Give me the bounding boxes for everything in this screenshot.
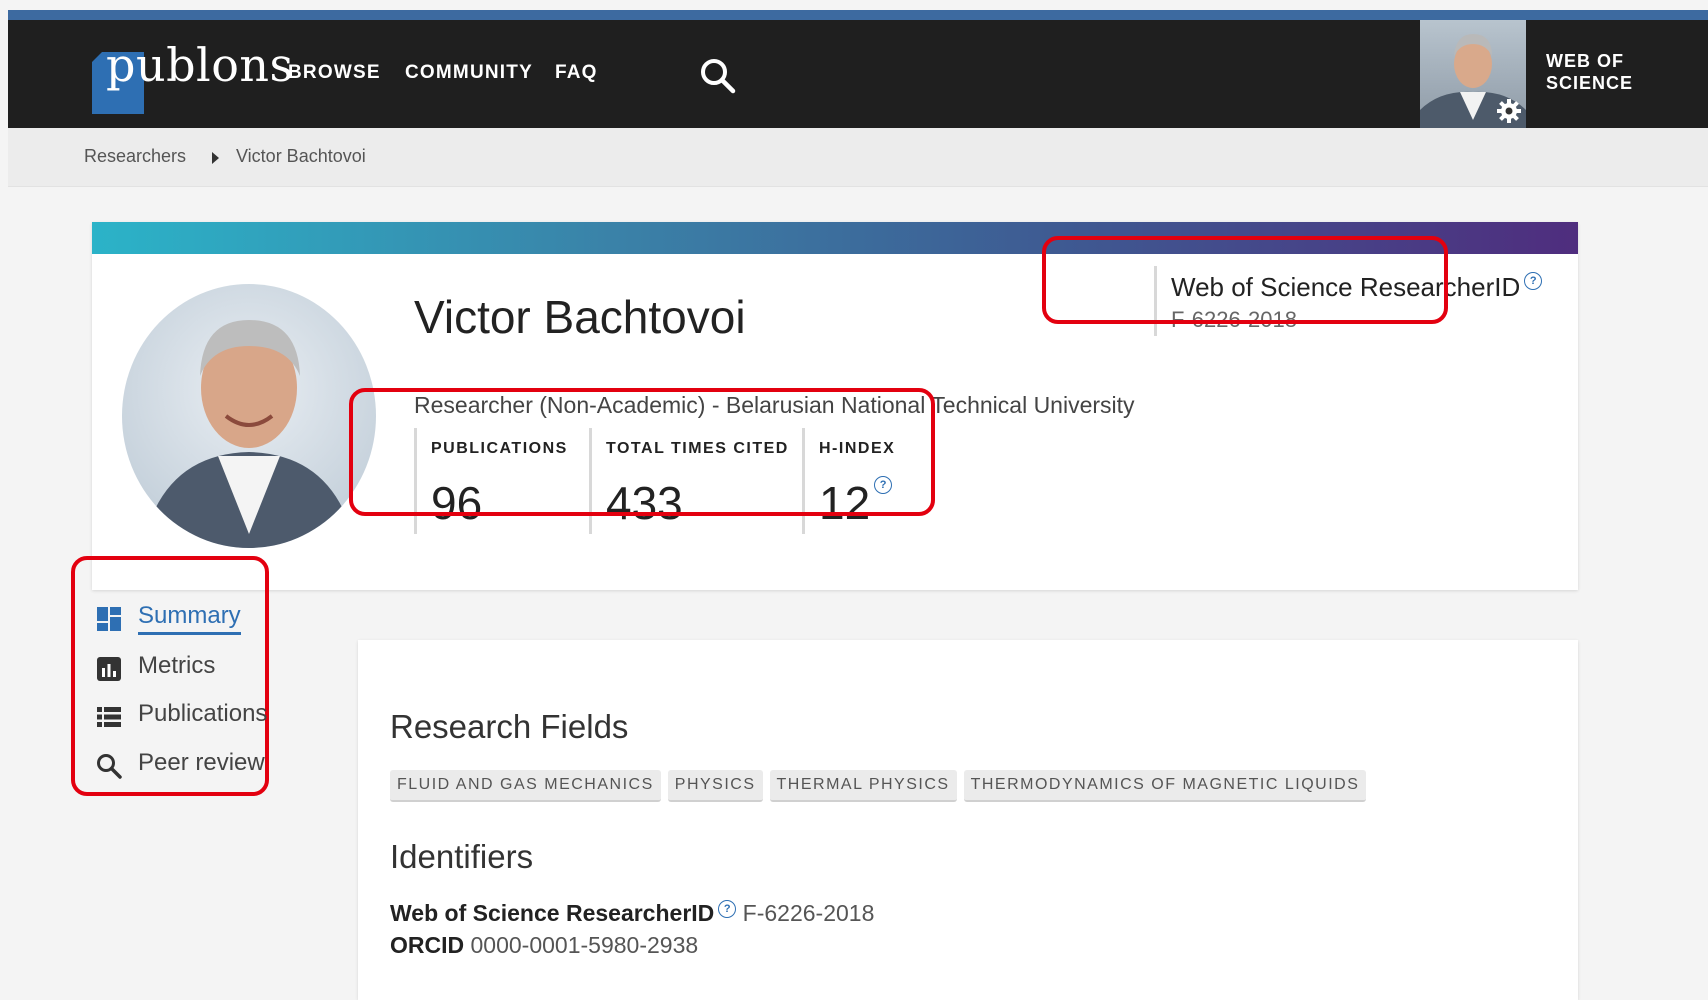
stat-publications[interactable]: PUBLICATIONS 96 <box>414 428 568 534</box>
stat-label: H-INDEX <box>819 440 896 457</box>
logo-notch <box>92 52 102 62</box>
nav-community[interactable]: COMMUNITY <box>405 62 533 84</box>
profile-affiliation: Researcher (Non-Academic) - Belarusian N… <box>414 392 1135 418</box>
dashboard-icon <box>97 607 121 631</box>
identifier-wos: Web of Science ResearcherID? F-6226-2018 <box>390 900 874 927</box>
identifiers-title: Identifiers <box>390 838 534 875</box>
page: publons BROWSE COMMUNITY FAQ WEB OF SCIE… <box>8 0 1708 1000</box>
wos-line-2: SCIENCE <box>1546 73 1634 93</box>
help-icon[interactable]: ? <box>718 900 737 918</box>
help-icon[interactable]: ? <box>874 476 893 494</box>
publons-logo[interactable]: publons <box>92 38 293 114</box>
top-stripe <box>8 10 1708 20</box>
research-field-tag[interactable]: PHYSICS <box>667 770 763 802</box>
stat-value: 96 <box>431 477 483 529</box>
identifier-wos-value[interactable]: F-6226-2018 <box>743 900 875 926</box>
research-fields-title: Research Fields <box>390 708 629 745</box>
identifier-wos-label: Web of Science ResearcherID <box>390 900 715 926</box>
sidebar-item-label: Publications <box>138 700 268 727</box>
profile-card-band <box>92 222 1578 254</box>
sidebar-item-summary[interactable]: Summary <box>92 600 292 640</box>
bar-chart-icon <box>97 657 121 681</box>
researcher-id-title: Web of Science ResearcherID? <box>1171 272 1543 303</box>
research-field-tags: FLUID AND GAS MECHANICS PHYSICS THERMAL PH… <box>390 770 1373 802</box>
profile-portrait <box>142 320 356 548</box>
stat-label: TOTAL TIMES CITED <box>606 440 789 457</box>
stat-total-times-cited[interactable]: TOTAL TIMES CITED 433 <box>589 428 789 534</box>
logo-text: publons <box>106 38 294 92</box>
help-icon[interactable]: ? <box>1524 272 1543 290</box>
stat-value: 433 <box>606 477 683 529</box>
user-avatar[interactable] <box>1420 20 1526 128</box>
researcher-id-block: Web of Science ResearcherID? F-6226-2018 <box>1154 266 1543 336</box>
stat-h-index[interactable]: H-INDEX 12? <box>802 428 895 534</box>
sidebar-item-label: Metrics <box>138 652 216 679</box>
web-of-science-link[interactable]: WEB OF SCIENCE <box>1546 50 1633 94</box>
stat-value: 12? <box>819 476 895 530</box>
summary-panel: Research Fields FLUID AND GAS MECHANICS P… <box>358 640 1578 1000</box>
profile-name: Victor Bachtovoi <box>414 291 746 343</box>
profile-card: Victor Bachtovoi Researcher (Non-Academi… <box>92 222 1578 590</box>
identifier-orcid-label: ORCID <box>390 932 465 958</box>
h-index-value: 12 <box>819 477 871 529</box>
breadcrumb: Researchers Victor Bachtovoi <box>8 128 1708 187</box>
list-icon <box>97 707 121 727</box>
navbar: publons BROWSE COMMUNITY FAQ WEB OF SCIE… <box>8 20 1708 128</box>
identifier-orcid-value[interactable]: 0000-0001-5980-2938 <box>471 932 699 958</box>
breadcrumb-researchers[interactable]: Researchers <box>84 146 186 167</box>
profile-photo <box>122 284 376 548</box>
sidebar-item-metrics[interactable]: Metrics <box>92 650 292 690</box>
search-icon[interactable] <box>698 56 738 96</box>
sidebar-item-publications[interactable]: Publications <box>92 698 292 738</box>
gear-icon[interactable] <box>1496 98 1522 124</box>
research-field-tag[interactable]: THERMODYNAMICS OF MAGNETIC LIQUIDS <box>963 770 1367 802</box>
sidebar-item-label: Summary <box>138 602 241 635</box>
sidebar-item-label: Peer review <box>138 749 265 776</box>
identifier-orcid: ORCID 0000-0001-5980-2938 <box>390 932 698 959</box>
researcher-id-value[interactable]: F-6226-2018 <box>1171 307 1542 333</box>
sidebar-item-peer-review[interactable]: Peer review <box>92 747 292 787</box>
breadcrumb-current: Victor Bachtovoi <box>236 146 366 166</box>
wos-line-1: WEB OF <box>1546 51 1624 71</box>
stat-label: PUBLICATIONS <box>431 440 568 457</box>
search-icon <box>97 754 122 779</box>
nav-browse[interactable]: BROWSE <box>288 62 381 84</box>
nav-faq[interactable]: FAQ <box>555 62 598 84</box>
researcher-id-title-text: Web of Science ResearcherID <box>1171 272 1521 302</box>
breadcrumb-arrow-icon <box>212 152 219 164</box>
research-field-tag[interactable]: FLUID AND GAS MECHANICS <box>390 770 661 802</box>
research-field-tag[interactable]: THERMAL PHYSICS <box>769 770 957 802</box>
